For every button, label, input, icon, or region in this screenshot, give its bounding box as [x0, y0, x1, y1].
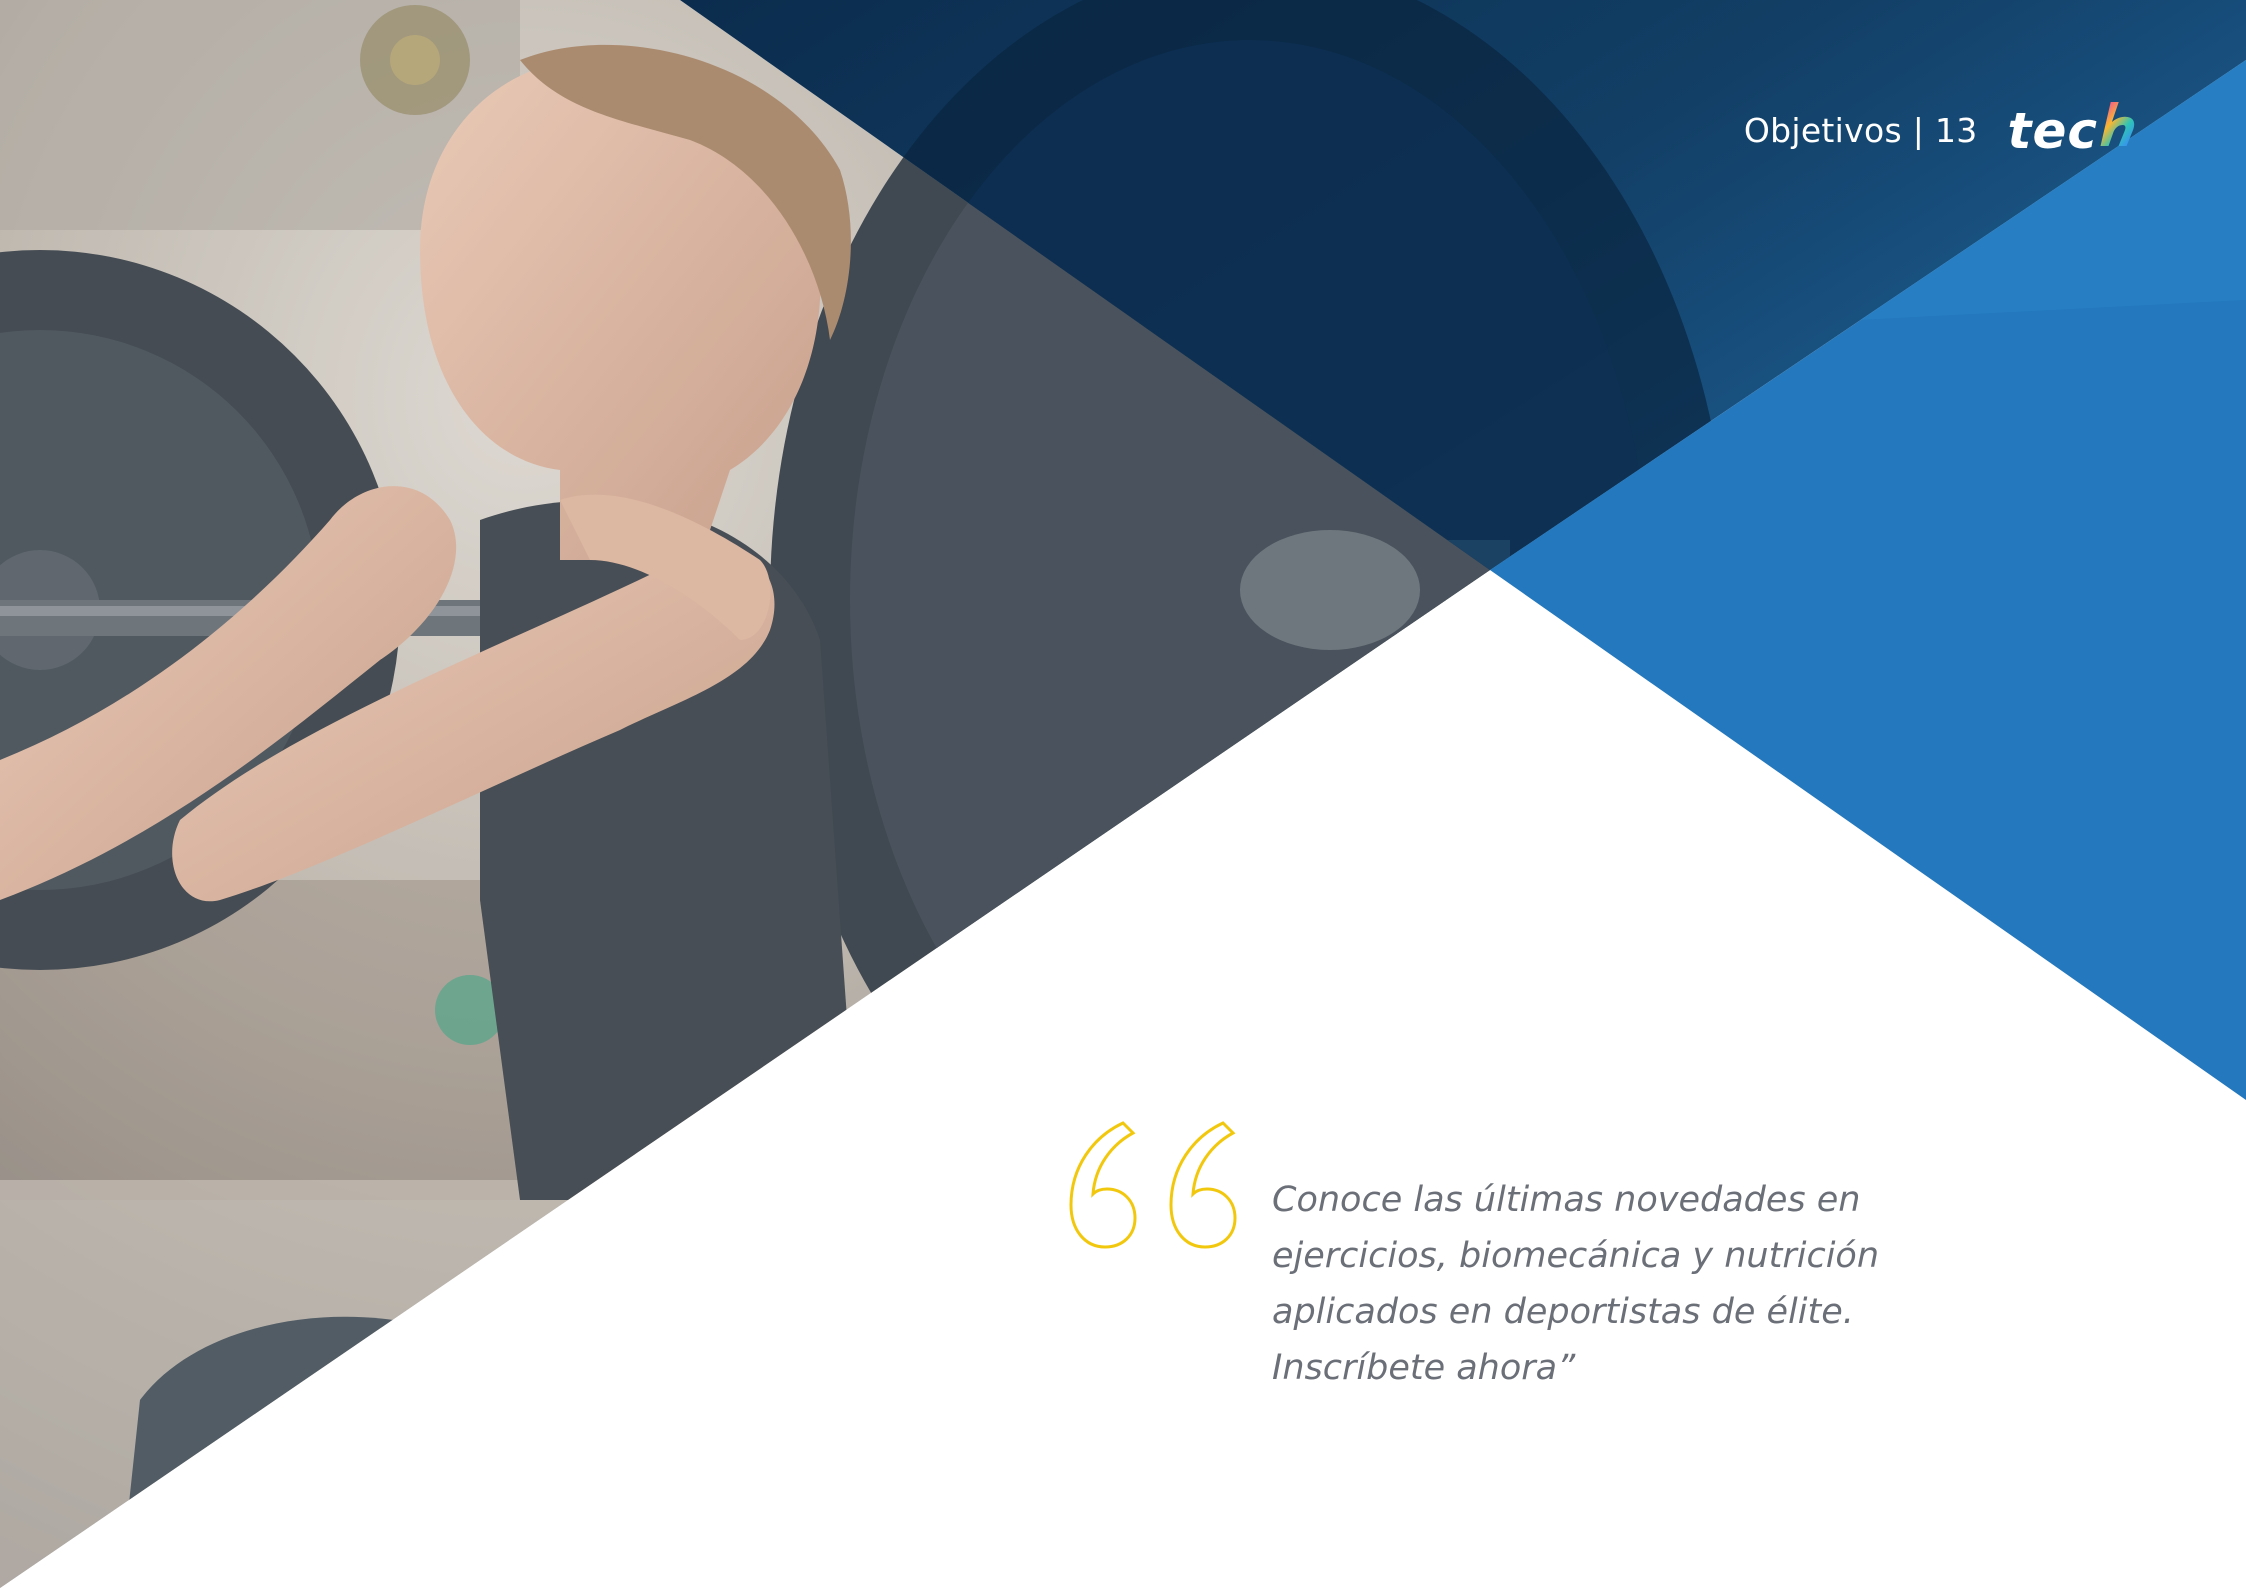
page: Objetivos | 13 tec Conoce las últimas no… — [0, 0, 2246, 1588]
section-label: Objetivos | 13 — [1743, 110, 1978, 150]
tech-logo: tec — [2008, 100, 2136, 160]
background-graphic — [0, 0, 2246, 1588]
double-quote-icon — [1069, 1121, 1237, 1249]
quote-line: Inscríbete ahora” — [1272, 1348, 1576, 1388]
quote-text: Conoce las últimas novedades en ejercici… — [1272, 1172, 1880, 1396]
tech-h-rainbow-icon — [2100, 102, 2135, 146]
page-header: Objetivos | 13 tec — [1744, 100, 2136, 160]
quote-line: Conoce las últimas novedades en — [1272, 1180, 1861, 1220]
quote-line: aplicados en deportistas de élite. — [1272, 1292, 1854, 1332]
quote-line: ejercicios, biomecánica y nutrición — [1272, 1236, 1880, 1276]
logo-text: tec — [2007, 102, 2098, 160]
